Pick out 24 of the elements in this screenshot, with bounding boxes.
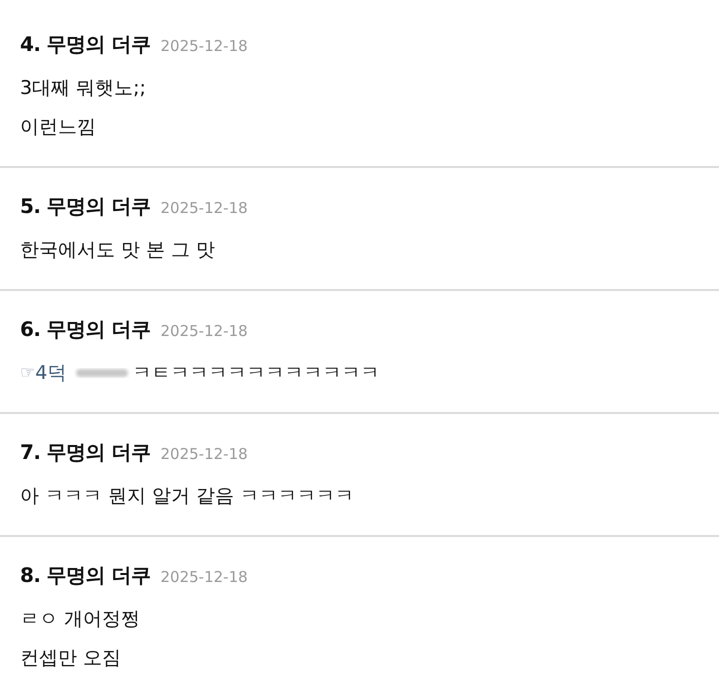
- comment-number: 6.: [20, 316, 41, 343]
- comment-text: 컨셉만 오짐: [20, 646, 122, 670]
- author-name: 무명의 더쿠: [46, 562, 150, 589]
- comment-number: 7.: [20, 439, 41, 466]
- author-name: 무명의 더쿠: [46, 439, 150, 466]
- comment-date: 2025-12-18: [160, 321, 248, 342]
- comment-date: 2025-12-18: [160, 444, 248, 465]
- reply-link[interactable]: 4덕: [35, 360, 66, 386]
- author-name: 무명의 더쿠: [46, 193, 150, 220]
- author-name: 무명의 더쿠: [46, 31, 150, 58]
- comment-number: 5.: [20, 193, 41, 220]
- comment-text: 한국에서도 맛 본 그 맛: [20, 238, 216, 262]
- comment-number: 8.: [20, 562, 41, 589]
- pointing-hand-icon: ☞: [20, 362, 36, 382]
- comment-date: 2025-12-18: [160, 198, 248, 219]
- comment-date: 2025-12-18: [160, 567, 248, 588]
- comment-date: 2025-12-18: [160, 36, 248, 57]
- comment-text: ㄹㅇ 개어정쩡: [20, 606, 140, 632]
- comment-text: ㅋㅌㅋㅋㅋㅋㅋㅋㅋㅋㅋㅋㅋ: [132, 360, 380, 386]
- comment-number: 4.: [20, 31, 41, 58]
- comment-text: 이런느낌: [20, 114, 96, 140]
- comment-text: 아 ㅋㅋㅋ 뭔지 알거 같음 ㅋㅋㅋㅋㅋㅋ: [20, 484, 354, 508]
- author-name: 무명의 더쿠: [46, 316, 150, 343]
- comment-text: 3대째 뭐햇노;;: [20, 76, 146, 100]
